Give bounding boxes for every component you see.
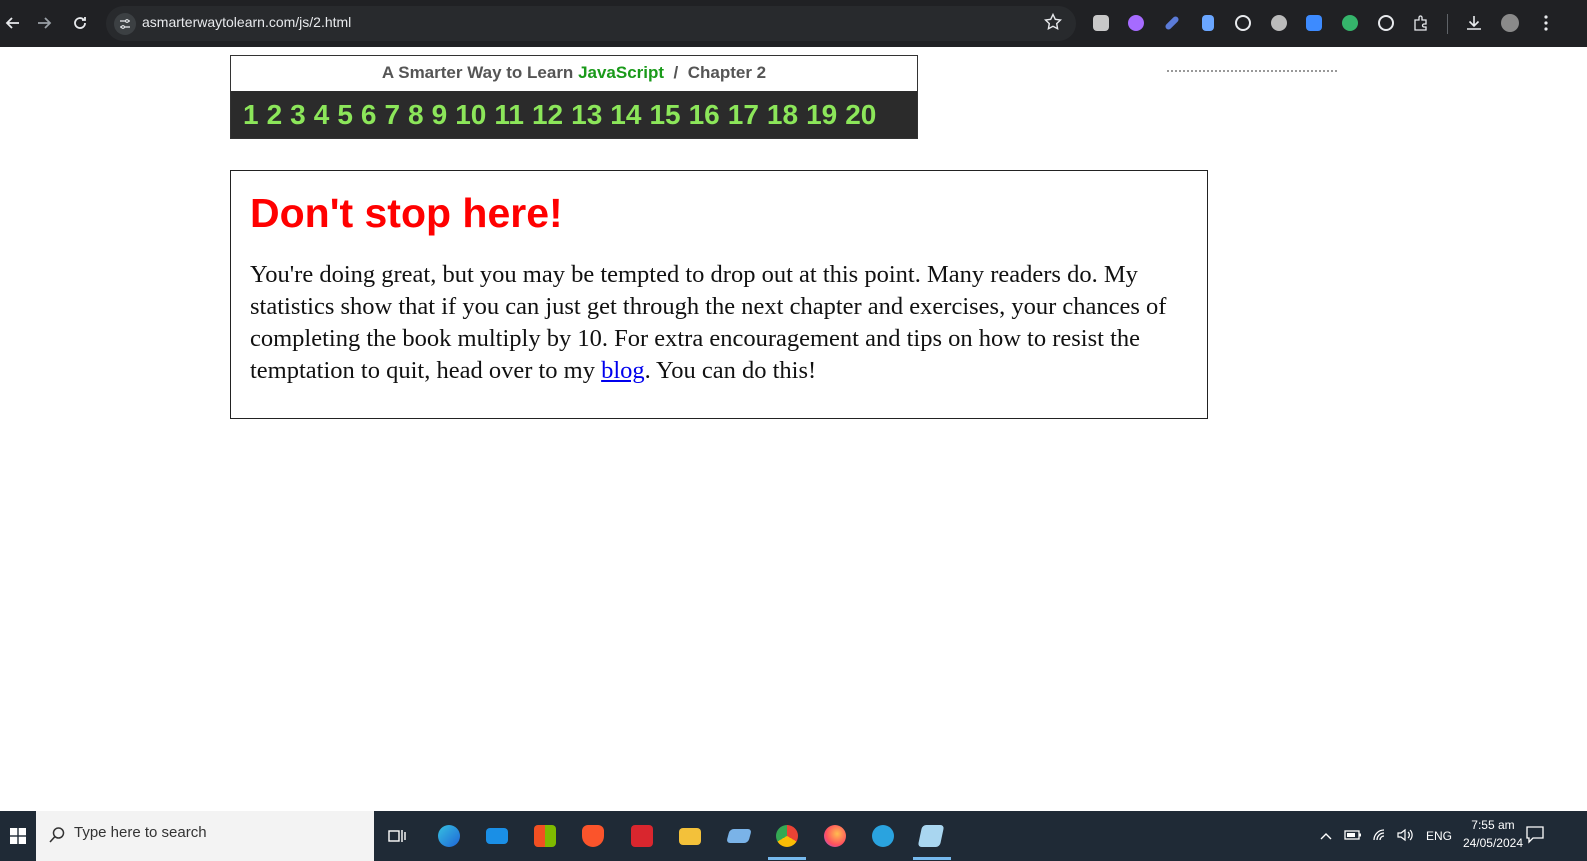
chapter-link-7[interactable]: 7 — [384, 99, 400, 131]
search-icon — [48, 826, 66, 849]
extension-icon-1[interactable] — [1091, 13, 1111, 33]
firefox-browser-icon[interactable] — [820, 821, 850, 851]
eyedropper-extension-icon[interactable] — [1162, 13, 1182, 33]
extension-icon-7[interactable] — [1304, 13, 1324, 33]
chapter-link-2[interactable]: 2 — [267, 99, 283, 131]
toolbar-divider — [1447, 14, 1448, 34]
telegram-icon[interactable] — [868, 821, 898, 851]
chapter-link-16[interactable]: 16 — [689, 99, 720, 131]
task-view-icon[interactable] — [382, 821, 412, 851]
site-info-icon[interactable] — [114, 13, 136, 35]
book-title-separator: / — [673, 63, 679, 82]
chapter-link-12[interactable]: 12 — [532, 99, 563, 131]
microsoft-store-icon[interactable] — [530, 821, 560, 851]
edge-browser-icon[interactable] — [434, 821, 464, 851]
chapter-link-10[interactable]: 10 — [455, 99, 486, 131]
language-indicator[interactable]: ENG — [1426, 829, 1452, 843]
body-text-after-link: . You can do this! — [644, 357, 817, 384]
extension-icon-2[interactable] — [1126, 13, 1146, 33]
url-text[interactable]: asmarterwaytolearn.com/js/2.html — [142, 14, 351, 30]
volume-icon[interactable] — [1396, 828, 1414, 845]
search-placeholder: Type here to search — [74, 824, 207, 841]
book-header: A Smarter Way to Learn JavaScript / Chap… — [230, 55, 918, 139]
downloads-icon[interactable] — [1464, 13, 1484, 33]
extension-icon-9[interactable] — [1376, 13, 1396, 33]
chapter-link-20[interactable]: 20 — [845, 99, 876, 131]
chapter-link-19[interactable]: 19 — [806, 99, 837, 131]
chapter-link-5[interactable]: 5 — [337, 99, 353, 131]
clock-date: 24/05/2024 — [1462, 836, 1523, 850]
book-title: A Smarter Way to Learn JavaScript / Chap… — [231, 56, 917, 90]
chapter-link-4[interactable]: 4 — [314, 99, 330, 131]
chapter-link-14[interactable]: 14 — [610, 99, 641, 131]
chapter-link-11[interactable]: 11 — [494, 99, 524, 131]
chapter-nav: 1 2 3 4 5 6 7 8 9 10 11 12 13 14 15 16 17 18 19 20 — [231, 91, 917, 138]
browser-toolbar: asmarterwaytolearn.com/js/2.html — [0, 0, 1587, 47]
forward-button[interactable] — [31, 10, 57, 36]
taskbar-clock[interactable]: 7:55 am 24/05/2024 — [1463, 816, 1523, 852]
extension-icon-6[interactable] — [1269, 13, 1289, 33]
show-hidden-icons-chevron-icon[interactable] — [1320, 829, 1332, 843]
bookmark-star-icon[interactable] — [1043, 12, 1063, 36]
taskbar-search-box[interactable]: Type here to search — [36, 811, 374, 861]
chapter-link-15[interactable]: 15 — [649, 99, 680, 131]
chapter-link-17[interactable]: 17 — [728, 99, 759, 131]
page-heading: Don't stop here! — [250, 190, 563, 236]
clock-time: 7:55 am — [1471, 818, 1515, 832]
chapter-link-8[interactable]: 8 — [408, 99, 424, 131]
chapter-link-3[interactable]: 3 — [290, 99, 306, 131]
extensions-puzzle-icon[interactable] — [1411, 13, 1431, 33]
start-button[interactable] — [0, 811, 36, 861]
encouragement-box: Don't stop here! You're doing great, but… — [230, 170, 1208, 419]
react-extension-icon[interactable] — [1233, 13, 1253, 33]
system-tray: ENG — [1320, 811, 1452, 861]
laptop-app-icon[interactable] — [724, 821, 754, 851]
extension-icon-8[interactable] — [1340, 13, 1360, 33]
encouragement-text: You're doing great, but you may be tempt… — [250, 259, 1190, 387]
book-title-prefix: A Smarter Way to Learn — [381, 63, 574, 82]
chapter-link-13[interactable]: 13 — [571, 99, 602, 131]
chapter-link-1[interactable]: 1 — [243, 99, 259, 131]
address-bar[interactable]: asmarterwaytolearn.com/js/2.html — [106, 6, 1076, 41]
battery-icon[interactable] — [1344, 829, 1362, 844]
chapter-link-9[interactable]: 9 — [432, 99, 448, 131]
menu-kebab-icon[interactable] — [1536, 13, 1556, 33]
windows-taskbar: Type here to search ENG 7:55 am 24/05/20… — [0, 811, 1587, 861]
chrome-active-indicator — [768, 857, 806, 860]
brave-browser-icon[interactable] — [578, 821, 608, 851]
notepad-active-indicator — [913, 857, 951, 860]
chapter-link-6[interactable]: 6 — [361, 99, 377, 131]
book-title-javascript: JavaScript — [578, 63, 665, 82]
file-explorer-icon[interactable] — [675, 821, 705, 851]
screen-recorder-icon[interactable] — [627, 821, 657, 851]
mail-icon[interactable] — [482, 821, 512, 851]
notepad-app-icon[interactable] — [916, 821, 946, 851]
back-button[interactable] — [0, 10, 26, 36]
blog-link[interactable]: blog — [601, 357, 645, 384]
chapter-link-18[interactable]: 18 — [767, 99, 798, 131]
profile-avatar[interactable] — [1500, 13, 1520, 33]
extension-icon-4[interactable] — [1198, 13, 1218, 33]
chrome-browser-icon[interactable] — [772, 821, 802, 851]
notifications-icon[interactable] — [1525, 824, 1545, 849]
dotted-decoration — [1167, 70, 1337, 76]
wifi-icon[interactable] — [1372, 828, 1388, 845]
chapter-label: Chapter 2 — [687, 63, 767, 82]
reload-button[interactable] — [67, 10, 93, 36]
